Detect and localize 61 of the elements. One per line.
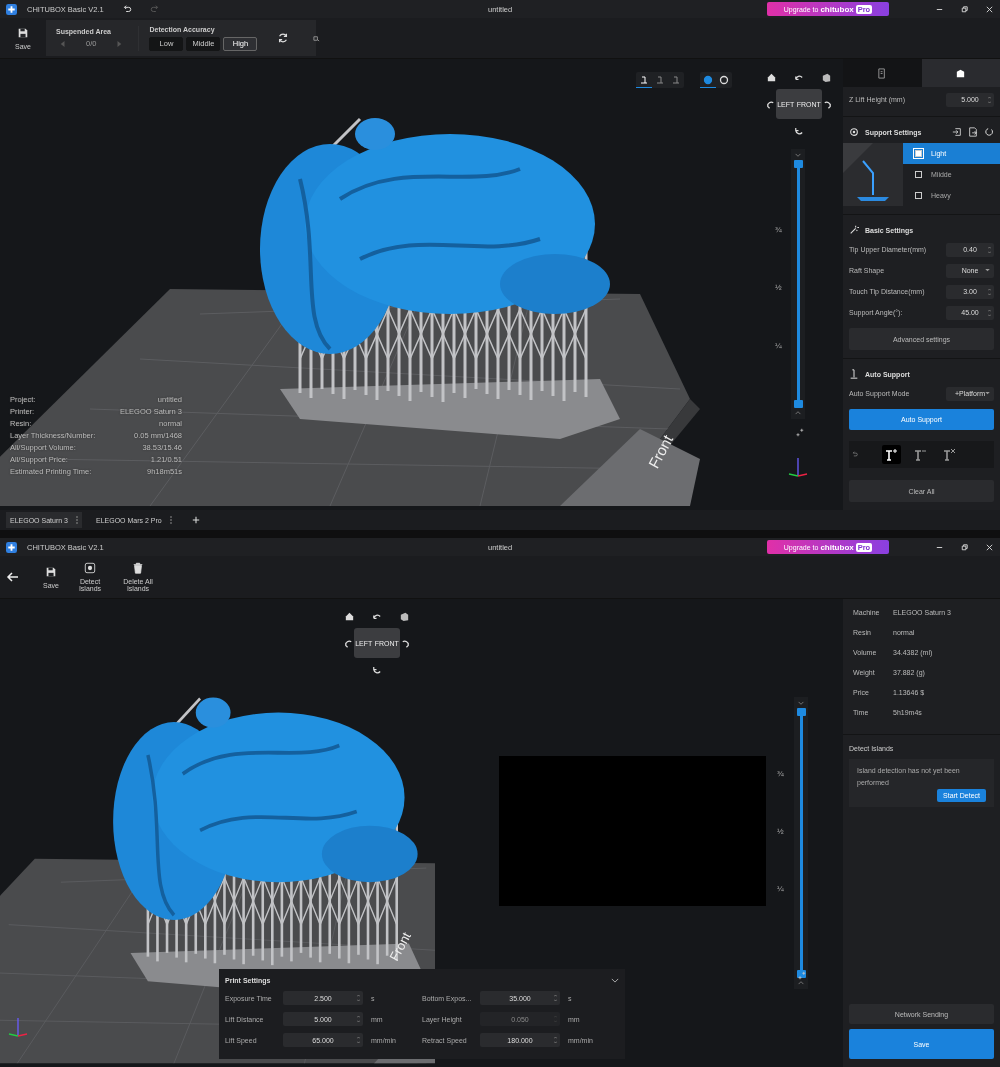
import-icon[interactable] <box>952 127 962 137</box>
home-icon[interactable] <box>344 611 355 622</box>
target-icon <box>84 562 96 574</box>
rotate-left-icon[interactable] <box>343 639 354 650</box>
platform-label: Front <box>386 929 414 964</box>
panel-tab[interactable] <box>921 59 1000 88</box>
app-logo-icon <box>6 3 17 15</box>
gear-icon <box>849 127 859 137</box>
slider-mark: ¾ <box>777 769 784 778</box>
slider-mark: ¾ <box>775 225 782 234</box>
layer-slider[interactable] <box>794 697 808 989</box>
support-icon <box>639 75 649 85</box>
restore-icon[interactable] <box>960 542 969 552</box>
back-arrow-icon[interactable] <box>6 570 20 584</box>
axis-icon <box>8 1017 28 1037</box>
close-icon[interactable] <box>985 4 994 14</box>
close-icon[interactable] <box>985 542 994 552</box>
app-logo-icon <box>6 541 17 553</box>
dropdown-arrow-icon <box>985 269 990 272</box>
cube-icon[interactable] <box>399 611 410 622</box>
magic-wand-icon <box>849 225 859 235</box>
slider-mark: ½ <box>775 283 782 292</box>
slider-mark: ¼ <box>775 341 782 350</box>
reset-icon[interactable] <box>984 127 994 137</box>
rotate-left-icon[interactable] <box>765 100 776 111</box>
layer-slider[interactable] <box>791 149 805 419</box>
rotate-right-icon[interactable] <box>400 639 411 650</box>
support-icon <box>655 75 665 85</box>
support-icon <box>671 75 681 85</box>
undo-icon[interactable] <box>121 4 132 14</box>
support-preview-drawing <box>843 143 903 206</box>
support-delete-icon <box>942 447 956 462</box>
cube-icon[interactable] <box>821 72 832 83</box>
support-icon <box>849 369 859 379</box>
support-tool-button[interactable] <box>882 445 901 464</box>
home-icon[interactable] <box>766 72 777 83</box>
checkbox-icon <box>915 150 922 157</box>
rotate-right-icon[interactable] <box>822 100 833 111</box>
printer-icon <box>955 67 967 79</box>
circle-icon <box>703 75 713 85</box>
save-icon <box>17 26 29 39</box>
checkbox-icon <box>915 171 922 178</box>
support-remove-icon <box>913 447 927 462</box>
chevron-down-icon[interactable] <box>611 977 619 983</box>
slider-mark: ¼ <box>777 884 784 893</box>
save-icon <box>45 565 57 578</box>
export-icon[interactable] <box>968 127 978 137</box>
dropdown-arrow-icon <box>985 392 990 395</box>
support-add-icon <box>884 447 898 462</box>
refresh-icon[interactable] <box>277 32 290 44</box>
slider-fill[interactable] <box>796 163 800 405</box>
restore-icon[interactable] <box>960 4 969 14</box>
trash-icon <box>132 562 144 574</box>
checkbox-icon <box>915 192 922 199</box>
axis-icon <box>788 457 808 477</box>
file-settings-icon <box>876 67 888 79</box>
add-tab-icon[interactable] <box>191 516 200 524</box>
circle-icon <box>719 75 729 85</box>
slider-mark: ½ <box>777 826 784 836</box>
slider-fill[interactable] <box>799 711 803 975</box>
platform-label: Front <box>644 432 677 471</box>
